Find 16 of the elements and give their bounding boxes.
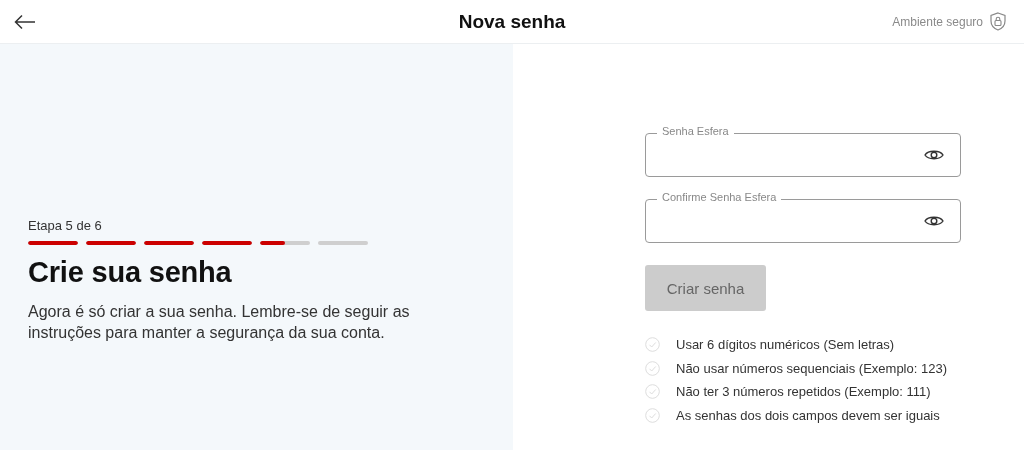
back-button[interactable] (14, 13, 36, 30)
back-arrow-icon (14, 13, 36, 30)
step-title: Crie sua senha (28, 256, 233, 289)
page-title: Nova senha (458, 10, 566, 32)
secure-label: Ambiente seguro (892, 14, 983, 29)
eye-icon[interactable] (924, 148, 944, 162)
field-label: Confirme Senha Esfera (657, 191, 782, 203)
rule-text: Usar 6 dígitos numéricos (Sem letras) (676, 337, 895, 353)
step-description: Agora é só criar a sua senha. Lembre-se de seguir as instruções para manter a segurança da sua conta. (28, 302, 411, 343)
step-label: Etapa 5 de 6 (28, 218, 102, 233)
rule-text: Não ter 3 números repetidos (Exemplo: 111) (676, 384, 931, 400)
rule-text: Não usar números sequenciais (Exemplo: 123) (676, 360, 947, 376)
shield-lock-icon (990, 12, 1006, 31)
eye-icon[interactable] (924, 214, 944, 228)
field-label: Senha Esfera (657, 125, 734, 137)
rule-text: As senhas dos dois campos devem ser iguais (676, 407, 940, 423)
